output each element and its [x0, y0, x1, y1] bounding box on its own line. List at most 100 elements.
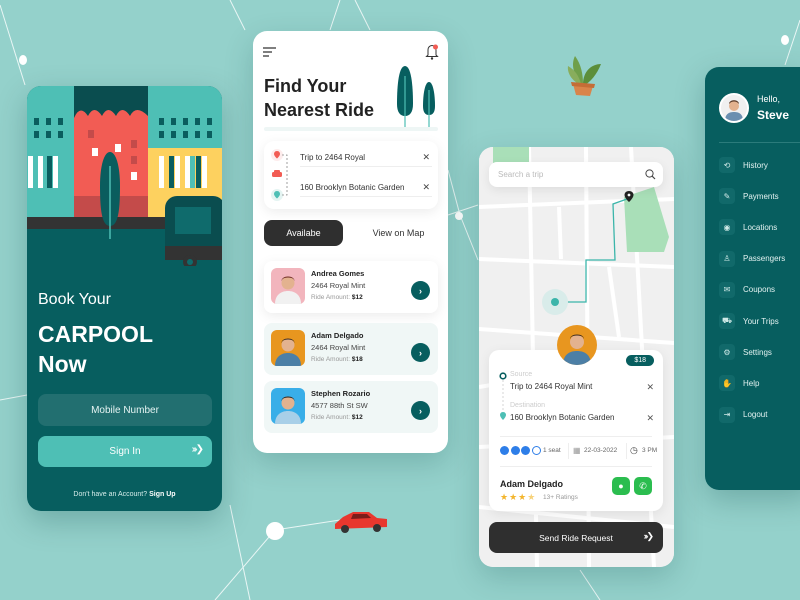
destination-input[interactable]: 160 Brooklyn Botanic Garden — [300, 183, 405, 192]
divider — [626, 443, 627, 459]
menu-item-label: Logout — [743, 410, 768, 420]
menu-item-coupons[interactable]: ✉ Coupons — [719, 281, 775, 299]
ride-view-tabs: Availabe View on Map — [264, 220, 438, 246]
menu-item-settings[interactable]: ⚙ Settings — [719, 343, 772, 361]
menu-item-label: Coupons — [743, 285, 776, 295]
find-ride-screen: Find Your Nearest Ride Trip to 2464 Roya… — [253, 31, 448, 453]
chat-button[interactable]: ● — [612, 477, 630, 495]
driver-name: Adam Delgado — [500, 479, 564, 489]
sign-in-button[interactable]: Sign In ›››❯ — [38, 436, 212, 467]
seat-taken-dot[interactable] — [500, 446, 509, 455]
menu-item-logout[interactable]: ⇥ Logout — [719, 406, 767, 424]
source-input[interactable]: Trip to 2464 Royal — [300, 153, 365, 162]
user-avatar[interactable] — [719, 93, 749, 123]
title-carpool: CARPOOL Now — [38, 319, 153, 379]
history-icon: ⟲ — [719, 157, 735, 173]
menu-item-label: Settings — [743, 347, 772, 357]
title-now-word: Now — [38, 351, 87, 377]
menu-item-your-trips[interactable]: ⛟ Your Trips — [719, 312, 779, 330]
ride-list-item[interactable]: Stephen Rozario 4577 88th St SW Ride Amo… — [264, 381, 438, 433]
ride-amount: Ride Amount: $12 — [311, 294, 363, 301]
tab-available[interactable]: Availabe — [264, 220, 343, 246]
rating-stars: ★★★★ — [500, 492, 536, 503]
calendar-icon: ▦ — [573, 446, 581, 455]
ride-open-button[interactable]: › — [411, 401, 430, 420]
divider — [568, 443, 569, 459]
logout-icon: ⇥ — [719, 406, 735, 423]
clear-source-icon[interactable]: ✕ — [646, 382, 654, 393]
seat-taken-dot[interactable] — [510, 446, 520, 455]
ride-list-item[interactable]: Adam Delgado 2464 Royal Mint Ride Amount… — [264, 323, 438, 375]
ride-address: 2464 Royal Mint — [311, 281, 366, 290]
divider — [500, 466, 652, 467]
chevrons-icon: ›››❯ — [643, 531, 653, 541]
source-value: Trip to 2464 Royal Mint — [510, 382, 593, 391]
seat-available-dot[interactable] — [531, 446, 541, 455]
driver-avatar — [271, 330, 305, 366]
park-area — [493, 147, 529, 163]
ride-list-item[interactable]: Andrea Gomes 2464 Royal Mint Ride Amount… — [264, 261, 438, 313]
menu-item-passengers[interactable]: ♙ Passengers — [719, 250, 785, 268]
destination-underline — [300, 196, 432, 197]
route-inputs-card: Trip to 2464 Royal ✕ 160 Brooklyn Botani… — [264, 141, 438, 209]
notification-bell-icon[interactable] — [425, 44, 439, 60]
car-icon: ⛟ — [719, 313, 735, 329]
menu-item-help[interactable]: ✋ Help — [719, 374, 759, 392]
send-ride-request-label: Send Ride Request — [539, 532, 613, 543]
map-screen: Search a trip $18 Source Trip to 2464 Ro… — [479, 147, 674, 567]
title-underline — [264, 127, 438, 131]
title-carpool-word: CARPOOL — [38, 321, 153, 347]
menu-item-payments[interactable]: ✎ Payments — [719, 187, 779, 205]
driver-name: Andrea Gomes — [311, 269, 365, 278]
page-title-line2: Nearest Ride — [264, 100, 375, 120]
trip-time: 3 PM — [642, 447, 658, 454]
search-icon[interactable] — [645, 169, 656, 180]
driver-avatar — [271, 388, 305, 424]
login-screen: Book Your CARPOOL Now Mobile Number Sign… — [27, 86, 222, 511]
source-label: Source — [510, 371, 533, 378]
ride-open-button[interactable]: › — [411, 343, 430, 362]
hamburger-menu-icon[interactable] — [263, 47, 277, 57]
call-button[interactable]: ✆ — [634, 477, 652, 495]
ride-amount-value: $12 — [351, 414, 363, 421]
location-icon: ◉ — [719, 219, 735, 236]
star-icon: ★ — [527, 492, 537, 502]
trip-details-card: $18 Source Trip to 2464 Royal Mint ✕ Des… — [489, 350, 663, 511]
ride-open-button[interactable]: › — [411, 281, 430, 300]
sign-in-label: Sign In — [109, 446, 141, 457]
driver-name: Stephen Rozario — [311, 389, 371, 398]
trees-illustration — [397, 66, 435, 130]
signup-prompt-text: Don't have an Account? — [73, 491, 148, 498]
star-icon: ★ — [509, 492, 519, 502]
signup-prompt: Don't have an Account? Sign Up — [27, 491, 222, 498]
user-name: Steve — [757, 108, 790, 122]
driver-avatar — [557, 325, 597, 365]
menu-item-locations[interactable]: ◉ Locations — [719, 218, 777, 236]
price-badge: $18 — [626, 355, 654, 366]
driver-avatar — [271, 268, 305, 304]
ride-address: 2464 Royal Mint — [311, 343, 366, 352]
ride-amount-label: Ride Amount: — [311, 414, 351, 421]
driver-avatar-image — [275, 276, 301, 304]
ride-amount-value: $12 — [351, 294, 363, 301]
driver-avatar-image — [563, 334, 591, 365]
route-icons — [271, 149, 288, 201]
send-ride-request-button[interactable]: Send Ride Request ›››❯ — [489, 522, 663, 553]
clear-destination-icon[interactable]: ✕ — [422, 182, 430, 193]
greeting: Hello, — [757, 94, 781, 104]
clear-source-icon[interactable]: ✕ — [422, 152, 430, 163]
settings-icon: ⚙ — [719, 344, 735, 361]
sign-up-link[interactable]: Sign Up — [149, 491, 175, 498]
search-trip-input[interactable]: Search a trip — [489, 162, 663, 187]
title-book-your: Book Your — [38, 291, 111, 308]
destination-label: Destination — [510, 402, 546, 409]
source-underline — [300, 166, 432, 167]
seat-taken-dot[interactable] — [521, 446, 530, 455]
ride-amount-label: Ride Amount: — [311, 356, 351, 363]
tab-view-on-map[interactable]: View on Map — [359, 220, 438, 246]
menu-item-history[interactable]: ⟲ History — [719, 156, 768, 174]
chevrons-icon: ›››❯ — [191, 444, 204, 455]
clear-destination-icon[interactable]: ✕ — [646, 413, 654, 424]
divider — [500, 436, 652, 437]
mobile-number-input[interactable]: Mobile Number — [38, 394, 212, 426]
